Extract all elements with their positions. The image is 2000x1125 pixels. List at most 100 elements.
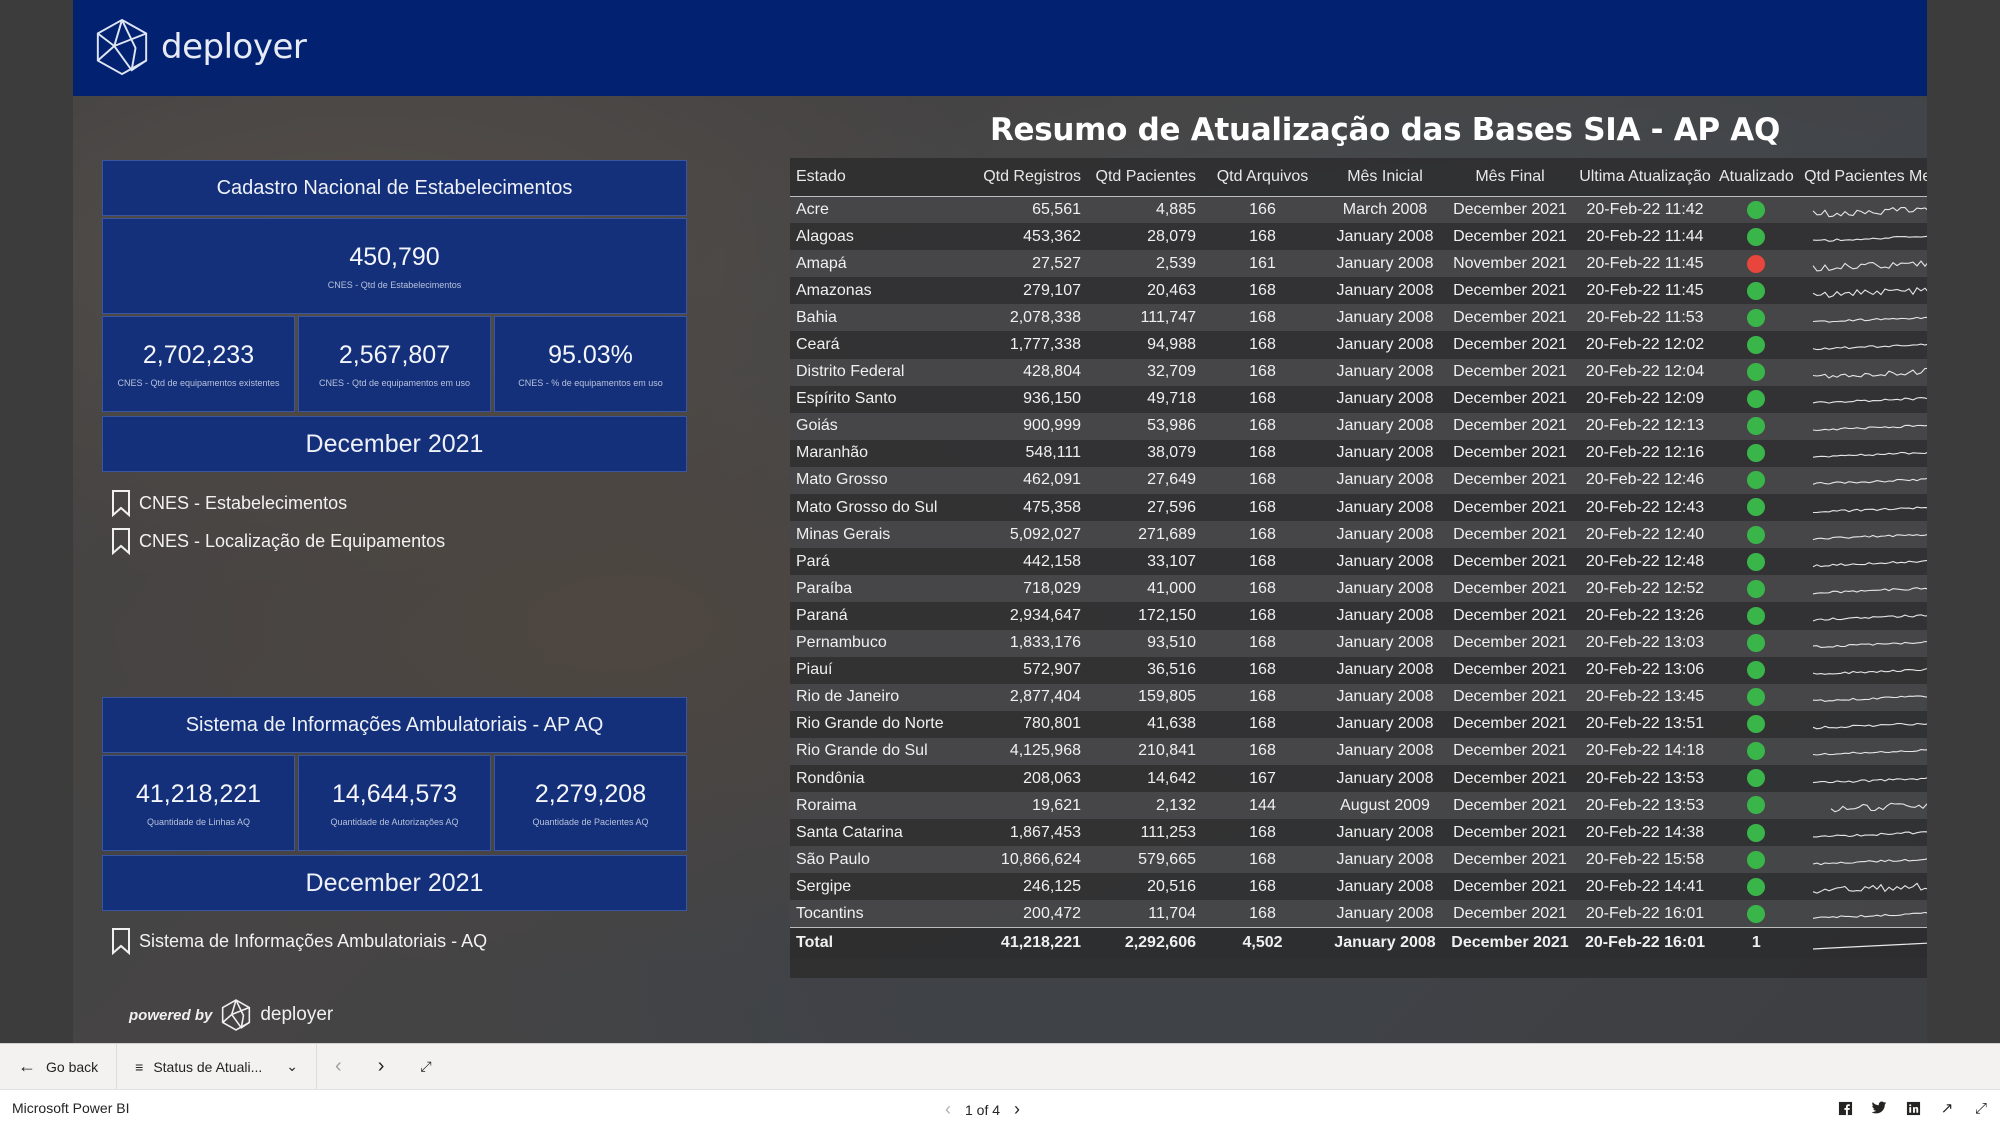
table-row[interactable]: Alagoas 453,362 28,079 168 January 2008 Decem… xyxy=(790,223,1927,251)
cell-pacientes: 20,463 xyxy=(1085,277,1200,305)
table-row[interactable]: Distrito Federal 428,804 32,709 168 January … xyxy=(790,358,1927,386)
cell-ultima-atualizacao: 20-Feb-22 13:26 xyxy=(1575,602,1715,630)
table-row[interactable]: Paraíba 718,029 41,000 168 January 2008 Decem… xyxy=(790,575,1927,603)
share-icon[interactable]: ↗ xyxy=(1938,1099,1956,1117)
col-header[interactable]: Estado xyxy=(790,158,960,197)
cell-mes-inicial: January 2008 xyxy=(1325,575,1445,603)
table-row[interactable]: São Paulo 10,866,624 579,665 168 January 200… xyxy=(790,846,1927,874)
cell-pacientes: 36,516 xyxy=(1085,656,1200,684)
chevron-left-icon[interactable]: ‹ xyxy=(945,1099,951,1120)
table-row[interactable]: Santa Catarina 1,867,453 111,253 168 January… xyxy=(790,819,1927,847)
cell-registros: 65,561 xyxy=(960,196,1085,224)
table-row[interactable]: Rio Grande do Norte 780,801 41,638 168 Janua… xyxy=(790,710,1927,738)
table-row[interactable]: Mato Grosso 462,091 27,649 168 January 2008 D… xyxy=(790,466,1927,495)
table-row[interactable]: Goiás 900,999 53,986 168 January 2008 Decembe… xyxy=(790,412,1927,440)
table-row[interactable]: Rio Grande do Sul 4,125,968 210,841 168 Janu… xyxy=(790,737,1927,765)
report-navbar: ← Go back ≡ Status de Atuali... ⌄ ‹ › ⤢ xyxy=(0,1043,2000,1090)
app-name: Microsoft Power BI xyxy=(12,1100,130,1116)
table-row[interactable]: Tocantins 200,472 11,704 168 January 2008 Dec… xyxy=(790,900,1927,928)
kpi-value: 95.03% xyxy=(548,340,633,369)
table-row[interactable]: Maranhão 548,111 38,079 168 January 2008 Dece… xyxy=(790,439,1927,467)
table-row[interactable]: Pernambuco 1,833,176 93,510 168 January 2008… xyxy=(790,629,1927,657)
right-frame xyxy=(1927,0,2000,1043)
table-row[interactable]: Ceará 1,777,338 94,988 168 January 2008 Decem… xyxy=(790,331,1927,359)
sparkline xyxy=(1813,858,1927,865)
table-row[interactable]: Rio de Janeiro 2,877,404 159,805 168 January… xyxy=(790,683,1927,711)
bookmark-cnes-estabelecimentos[interactable]: CNES - Estabelecimentos xyxy=(111,489,347,517)
status-dot-green xyxy=(1747,471,1766,490)
cell-mes-final: December 2021 xyxy=(1445,304,1575,332)
cell-mes-final: December 2021 xyxy=(1445,521,1575,549)
cell-estado: Mato Grosso do Sul xyxy=(790,494,960,522)
total-registros: 41,218,221 xyxy=(960,927,1085,958)
cell-mes-inicial: January 2008 xyxy=(1325,412,1445,440)
cell-pacientes: 2,132 xyxy=(1085,792,1200,820)
twitter-icon[interactable] xyxy=(1870,1099,1888,1117)
table-row[interactable]: Pará 442,158 33,107 168 January 2008 December… xyxy=(790,548,1927,576)
col-header[interactable]: Qtd Arquivos xyxy=(1200,158,1325,197)
kpi-value: 2,702,233 xyxy=(142,340,255,369)
cell-mes-inicial: January 2008 xyxy=(1325,439,1445,467)
table-row[interactable]: Espírito Santo 936,150 49,718 168 January 20… xyxy=(790,385,1927,413)
cell-arquivos: 168 xyxy=(1200,548,1325,576)
cell-atualizado xyxy=(1715,737,1798,765)
table-row[interactable]: Sergipe 246,125 20,516 168 January 2008 Decem… xyxy=(790,873,1927,901)
go-back-button[interactable]: ← Go back xyxy=(0,1044,116,1090)
kpi-caption: Quantidade de Pacientes AQ xyxy=(532,816,649,827)
col-header[interactable]: Mês Inicial xyxy=(1325,158,1445,197)
cell-sparkline xyxy=(1797,196,1927,224)
cell-sparkline xyxy=(1797,873,1927,901)
table-row[interactable]: Piauí 572,907 36,516 168 January 2008 Decembe… xyxy=(790,656,1927,684)
status-dot-green xyxy=(1747,444,1766,463)
expand-icon[interactable]: ⤢ xyxy=(1972,1099,1990,1117)
cell-sparkline xyxy=(1797,494,1927,522)
table-row[interactable]: Acre 65,561 4,885 166 March 2008 December 202… xyxy=(790,196,1927,224)
report-canvas: deployer Cadastro Nacional de Estabeleci… xyxy=(73,0,1927,1043)
left-frame xyxy=(0,0,73,1043)
exit-fullscreen-button[interactable]: ⤢ xyxy=(402,1044,449,1090)
col-header[interactable]: Qtd Registros xyxy=(960,158,1085,197)
facebook-icon[interactable] xyxy=(1836,1099,1854,1117)
col-header[interactable]: Ultima Atualização xyxy=(1575,158,1715,197)
header-bar xyxy=(73,0,1927,96)
cell-sparkline xyxy=(1797,548,1927,576)
bookmark-cnes-equipamentos[interactable]: CNES - Localização de Equipamentos xyxy=(111,527,445,555)
col-header[interactable]: Qtd Pacientes xyxy=(1085,158,1200,197)
cell-estado: Rio Grande do Sul xyxy=(790,737,960,765)
share-icons: ↗ ⤢ xyxy=(1836,1099,1990,1117)
cell-arquivos: 144 xyxy=(1200,792,1325,820)
bookmark-sia-aq[interactable]: Sistema de Informações Ambulatoriais - A… xyxy=(111,927,487,955)
table-row[interactable]: Amazonas 279,107 20,463 168 January 2008 Dece… xyxy=(790,277,1927,305)
linkedin-icon[interactable] xyxy=(1904,1099,1922,1117)
cell-registros: 5,092,027 xyxy=(960,521,1085,549)
cell-ultima-atualizacao: 20-Feb-22 12:09 xyxy=(1575,385,1715,413)
cell-atualizado xyxy=(1715,331,1798,359)
cell-mes-final: December 2021 xyxy=(1445,602,1575,630)
next-page-button[interactable]: › xyxy=(360,1044,403,1090)
chevron-right-icon[interactable]: › xyxy=(1014,1099,1020,1120)
cell-arquivos: 168 xyxy=(1200,439,1325,467)
table-row[interactable]: Rondônia 208,063 14,642 167 January 2008 Dece… xyxy=(790,764,1927,793)
table-row[interactable]: Bahia 2,078,338 111,747 168 January 2008 Dece… xyxy=(790,304,1927,332)
cell-atualizado xyxy=(1715,385,1798,413)
cell-arquivos: 168 xyxy=(1200,737,1325,765)
cell-estado: Rondônia xyxy=(790,764,960,793)
col-header[interactable]: Atualizado xyxy=(1715,158,1798,197)
table-row[interactable]: Mato Grosso do Sul 475,358 27,596 168 Januar… xyxy=(790,494,1927,522)
cell-pacientes: 2,539 xyxy=(1085,250,1200,278)
col-header[interactable]: Qtd Pacientes Mensais xyxy=(1797,158,1927,197)
table-row[interactable]: Amapá 27,527 2,539 161 January 2008 November … xyxy=(790,250,1927,278)
table-row[interactable]: Roraima 19,621 2,132 144 August 2009 December… xyxy=(790,792,1927,820)
table-row[interactable]: Minas Gerais 5,092,027 271,689 168 January 2… xyxy=(790,521,1927,549)
cell-ultima-atualizacao: 20-Feb-22 15:58 xyxy=(1575,846,1715,874)
table-row[interactable]: Paraná 2,934,647 172,150 168 January 2008 Dec… xyxy=(790,602,1927,630)
powered-by-footer: powered by deployer xyxy=(129,998,333,1032)
cell-arquivos: 168 xyxy=(1200,819,1325,847)
col-header[interactable]: Mês Final xyxy=(1445,158,1575,197)
cell-sparkline xyxy=(1797,764,1927,793)
cell-registros: 900,999 xyxy=(960,412,1085,440)
cell-mes-final: December 2021 xyxy=(1445,494,1575,522)
page-selector[interactable]: ≡ Status de Atuali... ⌄ xyxy=(117,1044,316,1090)
prev-page-button[interactable]: ‹ xyxy=(317,1044,360,1090)
sparkline xyxy=(1813,343,1927,351)
